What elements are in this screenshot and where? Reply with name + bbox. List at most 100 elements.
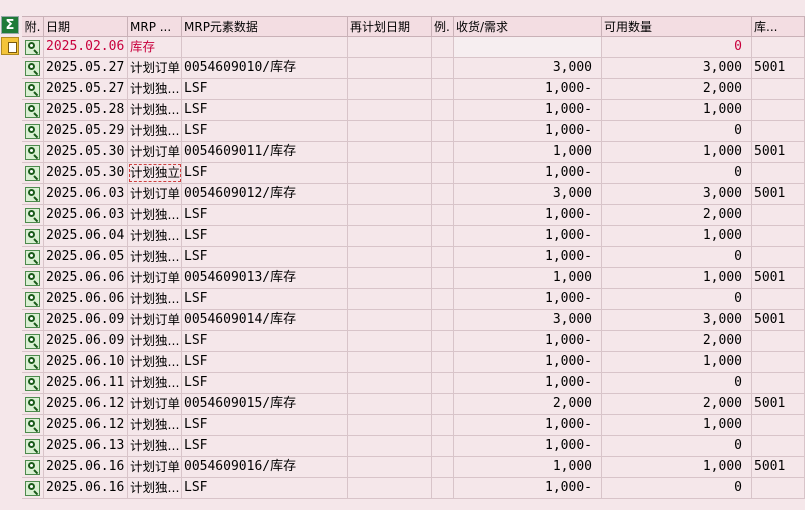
zoom-details-icon[interactable] bbox=[25, 354, 40, 370]
attachment-cell bbox=[22, 184, 44, 204]
receipt-requirement-cell: 1,000- bbox=[454, 247, 602, 267]
mrp-element-data-cell: LSF bbox=[182, 478, 348, 498]
reschedule-date-cell bbox=[348, 226, 432, 246]
table-row[interactable]: 2025.06.04 计划独... LSF 1,000- 1,000 bbox=[22, 226, 805, 247]
date-cell: 2025.06.03 bbox=[44, 205, 128, 225]
receipt-requirement-cell: 1,000 bbox=[454, 457, 602, 477]
storage-location-cell bbox=[752, 100, 805, 120]
reschedule-date-cell bbox=[348, 394, 432, 414]
table-row[interactable]: 2025.06.09 计划订单 0054609014/库存 3,000 3,000 500… bbox=[22, 310, 805, 331]
table-row[interactable]: 2025.05.30计划独立需LSF 1,000-0 bbox=[22, 163, 805, 184]
reschedule-date-cell bbox=[348, 142, 432, 162]
reschedule-date-cell bbox=[348, 205, 432, 225]
receipt-requirement-cell: 1,000- bbox=[454, 436, 602, 456]
zoom-details-icon[interactable] bbox=[25, 291, 40, 307]
col-header-attachment[interactable]: 附. bbox=[22, 17, 44, 36]
col-header-exception[interactable]: 例. bbox=[432, 17, 454, 36]
col-header-receipt-requirement[interactable]: 收货/需求 bbox=[454, 17, 602, 36]
reschedule-date-cell bbox=[348, 184, 432, 204]
table-row[interactable]: 2025.06.06 计划订单 0054609013/库存 1,000 1,000 500… bbox=[22, 268, 805, 289]
table-row[interactable]: 2025.06.06 计划独... LSF 1,000- 0 bbox=[22, 289, 805, 310]
mrp-element-cell: 库存 bbox=[128, 37, 182, 57]
col-header-mrp-element-data[interactable]: MRP元素数据 bbox=[182, 17, 348, 36]
zoom-details-icon[interactable] bbox=[25, 375, 40, 391]
zoom-details-icon[interactable] bbox=[25, 102, 40, 118]
mrp-element-data-cell: 0054609012/库存 bbox=[182, 184, 348, 204]
available-qty-cell: 3,000 bbox=[602, 184, 752, 204]
table-row[interactable]: 2025.05.28 计划独... LSF 1,000- 1,000 bbox=[22, 100, 805, 121]
attachment-cell bbox=[22, 394, 44, 414]
exception-cell bbox=[432, 373, 454, 393]
zoom-details-icon[interactable] bbox=[25, 312, 40, 328]
zoom-details-icon[interactable] bbox=[25, 417, 40, 433]
col-header-date[interactable]: 日期 bbox=[44, 17, 128, 36]
table-row[interactable]: 2025.05.27 计划独... LSF 1,000- 2,000 bbox=[22, 79, 805, 100]
mrp-element-data-cell bbox=[182, 37, 348, 57]
zoom-details-icon[interactable] bbox=[25, 60, 40, 76]
zoom-details-icon[interactable] bbox=[25, 480, 40, 496]
exception-cell bbox=[432, 268, 454, 288]
table-row[interactable]: 2025.05.30 计划订单 0054609011/库存 1,000 1,000 500… bbox=[22, 142, 805, 163]
exception-cell bbox=[432, 142, 454, 162]
mrp-element-data-cell: LSF bbox=[182, 436, 348, 456]
table-row[interactable]: 2025.05.29 计划独... LSF 1,000- 0 bbox=[22, 121, 805, 142]
table-row[interactable]: 2025.06.12 计划订单 0054609015/库存 2,000 2,000 500… bbox=[22, 394, 805, 415]
table-row[interactable]: 2025.06.12 计划独... LSF 1,000- 1,000 bbox=[22, 415, 805, 436]
zoom-details-icon[interactable] bbox=[25, 459, 40, 475]
attachment-cell bbox=[22, 415, 44, 435]
storage-location-cell: 5001 bbox=[752, 58, 805, 78]
mrp-element-data-cell: LSF bbox=[182, 100, 348, 120]
zoom-details-icon[interactable] bbox=[25, 165, 40, 181]
table-row[interactable]: 2025.06.13 计划独... LSF 1,000- 0 bbox=[22, 436, 805, 457]
layout-icon[interactable] bbox=[1, 37, 19, 55]
col-header-mrp-element[interactable]: MRP ... bbox=[128, 17, 182, 36]
mrp-element-data-cell: LSF bbox=[182, 205, 348, 225]
zoom-details-icon[interactable] bbox=[25, 249, 40, 265]
mrp-element-cell: 计划订单 bbox=[128, 457, 182, 477]
table-row[interactable]: 2025.06.03 计划订单 0054609012/库存 3,000 3,000 500… bbox=[22, 184, 805, 205]
zoom-details-icon[interactable] bbox=[25, 39, 40, 55]
col-header-reschedule-date[interactable]: 再计划日期 bbox=[348, 17, 432, 36]
table-row[interactable]: 2025.06.09 计划独... LSF 1,000- 2,000 bbox=[22, 331, 805, 352]
storage-location-cell bbox=[752, 226, 805, 246]
exception-cell bbox=[432, 226, 454, 246]
zoom-details-icon[interactable] bbox=[25, 144, 40, 160]
zoom-details-icon[interactable] bbox=[25, 81, 40, 97]
table-row[interactable]: 2025.06.05 计划独... LSF 1,000- 0 bbox=[22, 247, 805, 268]
date-cell: 2025.05.27 bbox=[44, 58, 128, 78]
table-row[interactable]: 2025.06.11 计划独... LSF 1,000- 0 bbox=[22, 373, 805, 394]
zoom-details-icon[interactable] bbox=[25, 333, 40, 349]
mrp-element-data-cell: 0054609013/库存 bbox=[182, 268, 348, 288]
col-header-available-qty[interactable]: 可用数量 bbox=[602, 17, 752, 36]
table-row[interactable]: 2025.02.06 库存 0 bbox=[22, 37, 805, 58]
zoom-details-icon[interactable] bbox=[25, 396, 40, 412]
attachment-cell bbox=[22, 352, 44, 372]
available-qty-cell: 2,000 bbox=[602, 205, 752, 225]
exception-cell bbox=[432, 415, 454, 435]
attachment-cell bbox=[22, 37, 44, 57]
table-row[interactable]: 2025.05.27 计划订单 0054609010/库存 3,000 3,000 500… bbox=[22, 58, 805, 79]
available-qty-cell: 3,000 bbox=[602, 58, 752, 78]
table-row[interactable]: 2025.06.03 计划独... LSF 1,000- 2,000 bbox=[22, 205, 805, 226]
zoom-details-icon[interactable] bbox=[25, 438, 40, 454]
storage-location-cell bbox=[752, 352, 805, 372]
available-qty-cell: 1,000 bbox=[602, 457, 752, 477]
zoom-details-icon[interactable] bbox=[25, 186, 40, 202]
table-row[interactable]: 2025.06.16 计划订单 0054609016/库存 1,000 1,000 500… bbox=[22, 457, 805, 478]
exception-cell bbox=[432, 184, 454, 204]
zoom-details-icon[interactable] bbox=[25, 207, 40, 223]
col-header-storage-location[interactable]: 库... bbox=[752, 17, 805, 36]
mrp-element-data-cell: LSF bbox=[182, 352, 348, 372]
table-row[interactable]: 2025.06.10 计划独... LSF 1,000- 1,000 bbox=[22, 352, 805, 373]
storage-location-cell bbox=[752, 331, 805, 351]
receipt-requirement-cell: 1,000- bbox=[454, 478, 602, 498]
sum-icon[interactable]: Σ bbox=[1, 16, 19, 34]
reschedule-date-cell bbox=[348, 457, 432, 477]
storage-location-cell bbox=[752, 436, 805, 456]
receipt-requirement-cell: 1,000- bbox=[454, 205, 602, 225]
zoom-details-icon[interactable] bbox=[25, 123, 40, 139]
zoom-details-icon[interactable] bbox=[25, 228, 40, 244]
table-row[interactable]: 2025.06.16 计划独... LSF 1,000- 0 bbox=[22, 478, 805, 499]
mrp-element-data-cell: LSF bbox=[182, 247, 348, 267]
zoom-details-icon[interactable] bbox=[25, 270, 40, 286]
